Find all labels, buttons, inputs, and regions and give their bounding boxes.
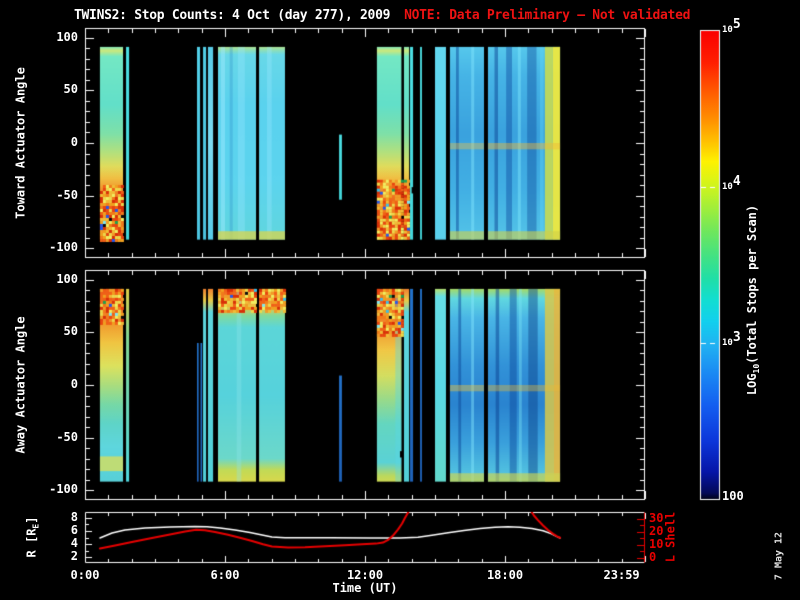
colorbar-bottom-tick-label: 100 <box>722 489 744 503</box>
lshell-tick-label: 30 <box>649 510 664 525</box>
y-axis-label-away: Away Actuator Angle <box>13 316 28 454</box>
plot-title-note: NOTE: Data Preliminary – Not validated <box>404 8 691 23</box>
y-tick-label: 0 <box>70 135 78 149</box>
colorbar-label-sub: 10 <box>752 363 761 374</box>
y-tick-label: 50 <box>63 82 78 97</box>
colorbar-tick-base: 10 <box>722 338 733 349</box>
colorbar-tick-label: 105 <box>722 17 741 36</box>
x-tick-label: 12:00 <box>346 568 384 582</box>
r-tick-label: 6 <box>70 522 78 537</box>
colorbar-tick-exponent: 4 <box>732 173 741 189</box>
colorbar-tick-label: 104 <box>722 174 741 193</box>
colorbar-tick-exponent: 5 <box>732 17 741 32</box>
y-tick-label: 100 <box>56 29 78 44</box>
y-tick-label: -100 <box>49 482 78 497</box>
y-tick-label: -100 <box>49 240 78 255</box>
r-tick-label: 4 <box>70 536 78 550</box>
y-tick-label: -50 <box>56 187 78 202</box>
x-tick-label: 18:00 <box>486 568 524 582</box>
colorbar-tick-base: 10 <box>722 25 733 35</box>
colorbar-tick-exponent: 3 <box>732 330 741 346</box>
spectrogram-canvas <box>0 0 800 600</box>
colorbar-tick-label: 103 <box>722 330 741 349</box>
y-tick-label: 50 <box>63 324 78 339</box>
plot-root: TWINS2: Stop Counts: 4 Oct (day 277), 20… <box>0 0 800 600</box>
y-tick-label: 0 <box>70 377 78 391</box>
plot-title: TWINS2: Stop Counts: 4 Oct (day 277), 20… <box>74 8 690 23</box>
colorbar-label-post: (Total Stops per Scan) <box>745 204 759 364</box>
x-tick-label: 23:59 <box>603 568 640 582</box>
y-tick-label: -50 <box>56 429 78 444</box>
x-tick-label: 6:00 <box>210 568 240 582</box>
x-axis-label: Time (UT) <box>332 581 398 595</box>
r-tick-label: 8 <box>70 509 78 524</box>
lshell-tick-label: 20 <box>649 523 664 538</box>
colorbar-tick-base: 10 <box>722 181 733 192</box>
y-axis-label-toward: Toward Actuator Angle <box>13 67 28 219</box>
colorbar-label-pre: LOG <box>745 373 759 396</box>
x-tick-label: 0:00 <box>70 568 100 582</box>
r-tick-label: 2 <box>70 549 78 563</box>
date-stamp: 7 May 12 <box>773 531 785 581</box>
y-tick-label: 100 <box>56 271 78 286</box>
lshell-tick-label: 10 <box>649 536 664 551</box>
lshell-tick-label: 0 <box>649 549 657 564</box>
plot-title-main: TWINS2: Stop Counts: 4 Oct (day 277), 20… <box>74 8 391 23</box>
colorbar-label: LOG10(Total Stops per Scan) <box>745 205 761 395</box>
